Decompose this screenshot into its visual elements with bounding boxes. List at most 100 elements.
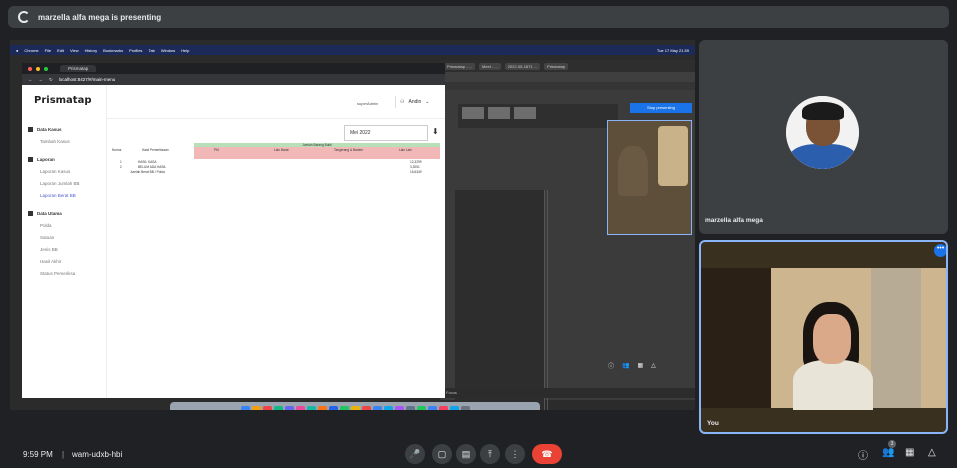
nav-polda: Polda xyxy=(40,223,52,228)
bg-address-bar xyxy=(440,72,695,82)
nav-laporan-jumlah-bb: Laporan Jumlah BB xyxy=(40,181,80,186)
table-row: 2 BELUM ADA HASIL 3,3051 xyxy=(110,165,440,169)
nav-label: Laporan Kasus xyxy=(40,169,71,174)
dock-app-icon xyxy=(394,405,404,410)
chat-icon: ▦ xyxy=(905,447,915,458)
more-icon: ⋮ xyxy=(510,449,520,459)
nav-label: Data Utama xyxy=(37,211,62,216)
present-button[interactable]: ⤒ xyxy=(480,444,500,464)
room-background xyxy=(871,268,921,408)
user-menu: ⚇ Andin ⌄ xyxy=(395,96,439,108)
nav-laporan: Laporan xyxy=(28,157,55,163)
app-header: superAdmin ⚇ Andin ⌄ xyxy=(107,85,445,119)
microphone-button[interactable]: 🎤 xyxy=(405,444,425,464)
role-label: superAdmin xyxy=(357,101,379,106)
browser-address-bar: ← → ↻ localhost:8427/#/main-menu xyxy=(22,74,445,85)
dock-app-icon xyxy=(405,405,415,410)
col-hasil: Hasil Pemeriksaan xyxy=(142,148,169,152)
tile-more-options-button[interactable]: ••• xyxy=(934,244,946,257)
lamp-shape xyxy=(658,126,688,186)
dock-app-icon xyxy=(361,405,371,410)
database-icon xyxy=(28,211,33,217)
person-body xyxy=(793,360,873,410)
mac-menu-item: Bookmarks xyxy=(103,47,124,53)
subgroup-label: Lain Barat xyxy=(274,148,289,152)
layout-thumb xyxy=(462,107,484,119)
dock-app-icon xyxy=(251,405,261,410)
dock-app-icon xyxy=(438,405,448,410)
participant-name: marzella alfa mega xyxy=(705,217,763,224)
more-options-button[interactable]: ⋮ xyxy=(505,444,525,464)
url-text: localhost:8427/#/main-menu xyxy=(58,77,116,82)
brand-logo: Prismatap xyxy=(34,95,92,106)
row-no: 2 xyxy=(120,165,122,169)
mac-menu-item: View xyxy=(70,47,79,53)
mac-menu-item: Window xyxy=(160,47,176,53)
participant-name: You xyxy=(707,420,719,427)
nav-laporan-kasus: Laporan Kasus xyxy=(40,169,70,174)
close-dot-icon xyxy=(28,66,32,71)
nav-label: Status Pemeriksa xyxy=(40,271,76,276)
table-row: 1 HASIL KASA 12,3299 xyxy=(110,160,440,164)
bg-tab: 2022-05-1871 ... xyxy=(504,62,541,70)
bg-tab-strip: Prismatap - ... Meet - ... 2022-05-1871 … xyxy=(440,60,695,72)
dock-app-icon xyxy=(306,405,316,410)
stop-presenting-button: Stop presenting xyxy=(630,103,692,113)
presenting-text: marzella alfa mega is presenting xyxy=(38,12,162,22)
nav-data-kasus: Data Kasus xyxy=(28,127,62,133)
reload-icon: ↻ xyxy=(49,76,53,82)
nav-label: Laporan xyxy=(37,157,55,162)
row-hasil: HASIL KASA xyxy=(138,160,157,164)
presenting-banner: marzella alfa mega is presenting xyxy=(8,6,949,28)
mini-controls: ⓘ 👥 ▦ △ xyxy=(608,358,693,372)
meeting-code: wam-udxb-hbi xyxy=(72,450,123,459)
layout-thumb xyxy=(488,107,510,119)
status-bar: Focus xyxy=(440,388,695,398)
chevron-down-icon: ⌄ xyxy=(425,99,430,105)
participant-tile-you[interactable]: ••• You xyxy=(699,240,948,434)
person-face xyxy=(813,314,851,364)
home-icon xyxy=(28,127,33,133)
mac-menu-item: Edit xyxy=(57,47,65,53)
activities-icon: △ xyxy=(928,447,936,458)
chat-button[interactable]: ▦ xyxy=(905,447,914,458)
bg-tab: Prismatap xyxy=(544,62,569,70)
end-call-button[interactable]: ☎ xyxy=(532,444,562,464)
row-hasil: Jumlah Berat BB / Polda xyxy=(130,170,165,174)
meeting-details-button[interactable]: ⓘ xyxy=(858,447,868,462)
nav-data-utama: Data Utama xyxy=(28,211,62,217)
avatar xyxy=(786,96,859,169)
mac-menu-item: Chrome xyxy=(24,47,39,53)
dock-app-icon xyxy=(449,405,459,410)
minimize-dot-icon xyxy=(36,66,40,71)
forward-icon: → xyxy=(38,77,44,82)
app-sidebar: Prismatap Data Kasus Tambah Kasus Lapora… xyxy=(22,85,107,398)
user-icon: ⚇ xyxy=(400,99,405,105)
table-subheader-band: PM Lain Barat Tangerang & Banten Lain La… xyxy=(194,147,440,159)
dock-app-icon xyxy=(262,405,272,410)
meeting-time: 9:59 PM xyxy=(23,450,53,459)
captions-button[interactable]: ▤ xyxy=(456,444,476,464)
room-background xyxy=(701,268,771,408)
person-shape xyxy=(618,146,648,196)
people-button[interactable]: 👥 xyxy=(882,447,894,458)
report-icon xyxy=(28,157,33,163)
bg-tab: Prismatap - ... xyxy=(444,62,475,70)
avatar-hair xyxy=(802,102,844,120)
mac-menu-item: File xyxy=(44,47,52,53)
mac-menu-bar: ● Chrome File Edit View History Bookmark… xyxy=(10,45,695,55)
people-icon: 👥 xyxy=(622,362,630,369)
nav-tambah-kasus: Tambah Kasus xyxy=(40,139,70,144)
download-icon: ⬇ xyxy=(432,127,439,136)
presenting-icon xyxy=(18,11,30,23)
browser-tab: Prismatap xyxy=(60,65,97,72)
camera-button[interactable]: ▢ xyxy=(432,444,452,464)
browser-tab-strip: Prismatap xyxy=(22,63,445,74)
nav-label: Polda xyxy=(40,223,52,228)
activities-icon: △ xyxy=(651,362,656,369)
bg-bookmarks-bar xyxy=(440,82,695,90)
subgroup-label: Lain Lain xyxy=(399,148,412,152)
participant-tile-marzella[interactable]: marzella alfa mega xyxy=(699,40,948,234)
row-no: 1 xyxy=(120,160,122,164)
activities-button[interactable]: △ xyxy=(928,447,936,458)
